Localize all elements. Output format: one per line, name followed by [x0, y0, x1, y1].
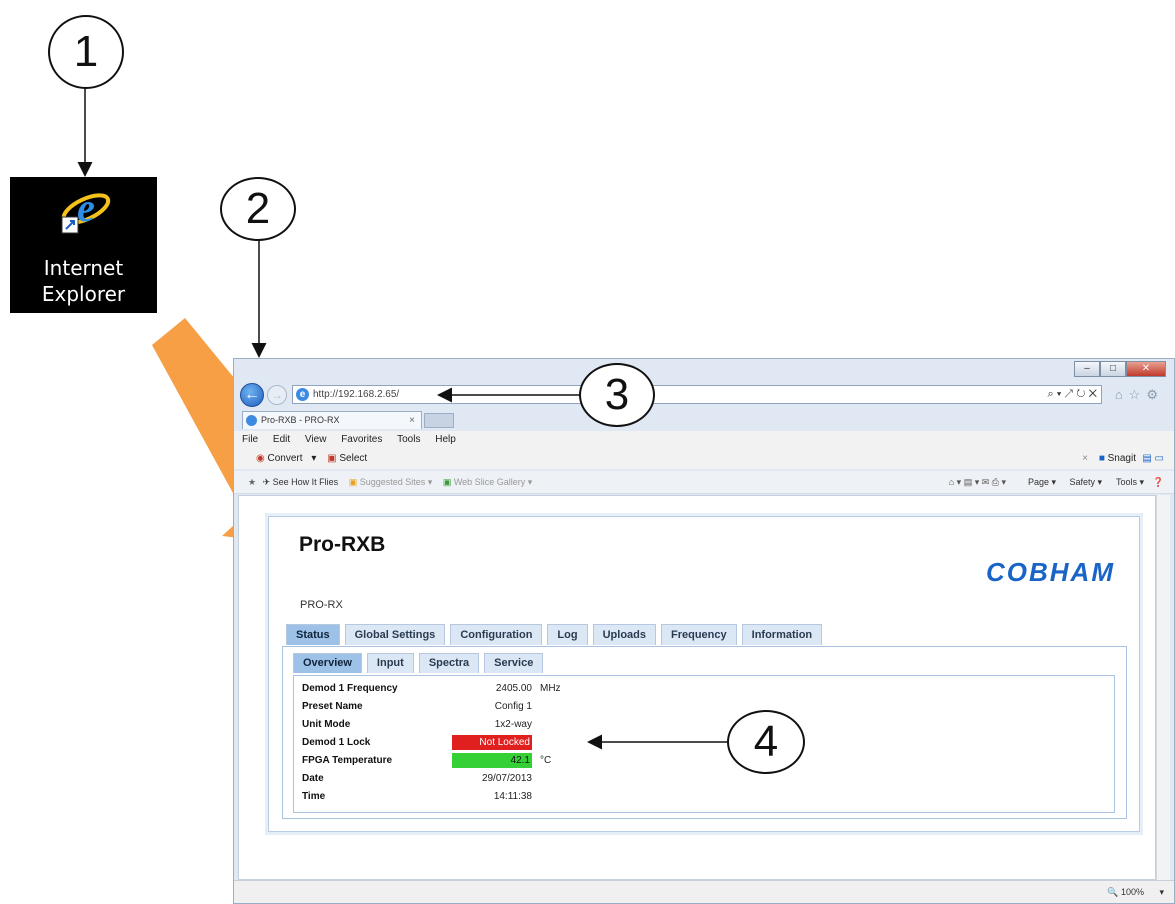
callout-3: 3 — [579, 363, 655, 427]
callout-1: 1 — [48, 15, 124, 89]
callout-4: 4 — [727, 710, 805, 774]
callout-2: 2 — [220, 177, 296, 241]
callout-arrows — [77, 88, 728, 750]
